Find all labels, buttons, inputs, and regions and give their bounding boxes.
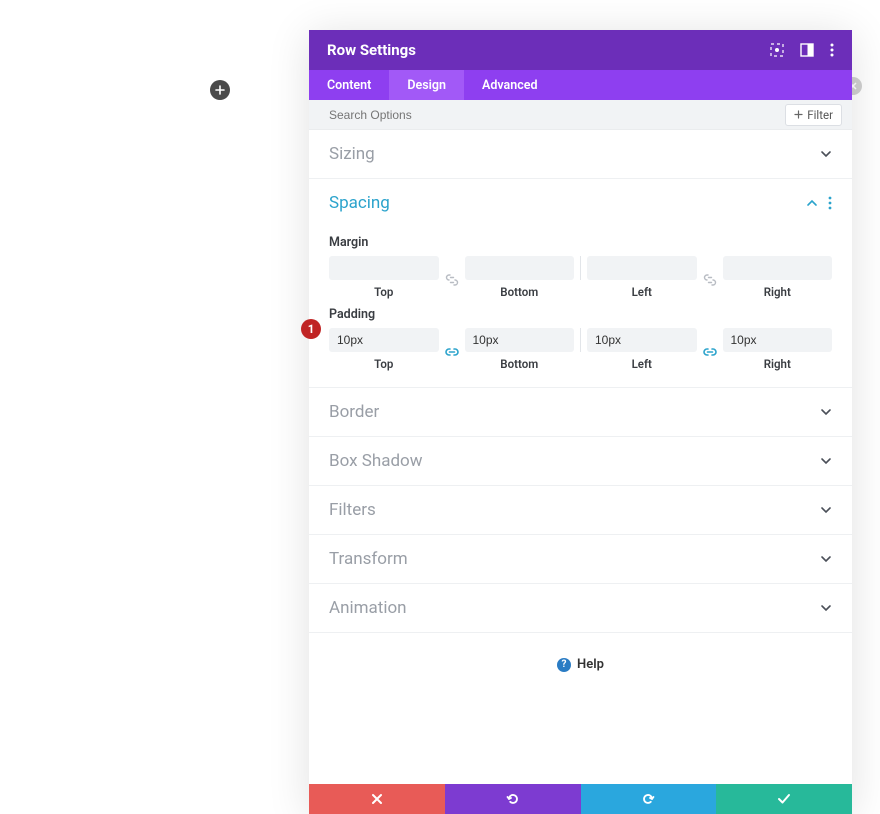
section-title-spacing: Spacing xyxy=(329,193,390,213)
section-header-box-shadow[interactable]: Box Shadow xyxy=(309,437,852,485)
divider xyxy=(580,328,581,352)
chevron-down-icon xyxy=(820,555,832,563)
section-header-border[interactable]: Border xyxy=(309,388,852,436)
link-icon[interactable] xyxy=(703,341,717,359)
redo-button[interactable] xyxy=(581,784,717,814)
margin-right-sublabel: Right xyxy=(764,285,791,299)
margin-row: Top Bottom Left xyxy=(329,256,832,299)
undo-button[interactable] xyxy=(445,784,581,814)
section-sizing: Sizing xyxy=(309,130,852,179)
section-title-transform: Transform xyxy=(329,549,408,569)
section-title-sizing: Sizing xyxy=(329,144,375,164)
chevron-down-icon xyxy=(820,457,832,465)
chevron-up-icon xyxy=(806,199,818,207)
step-badge-1: 1 xyxy=(301,319,321,339)
padding-top-input[interactable] xyxy=(329,328,439,352)
snap-icon[interactable] xyxy=(800,43,814,57)
section-more-icon[interactable] xyxy=(828,196,832,210)
margin-top-input[interactable] xyxy=(329,256,439,280)
help-icon: ? xyxy=(557,658,571,672)
spacing-body: Margin Top Bottom xyxy=(309,235,852,387)
section-header-animation[interactable]: Animation xyxy=(309,584,852,632)
chevron-down-icon xyxy=(820,408,832,416)
help-row[interactable]: ? Help xyxy=(309,633,852,696)
discard-button[interactable] xyxy=(309,784,445,814)
section-header-transform[interactable]: Transform xyxy=(309,535,852,583)
margin-bottom-input[interactable] xyxy=(465,256,575,280)
section-box-shadow: Box Shadow xyxy=(309,437,852,486)
save-button[interactable] xyxy=(716,784,852,814)
margin-right-input[interactable] xyxy=(723,256,833,280)
tab-design[interactable]: Design xyxy=(389,70,464,100)
section-border: Border xyxy=(309,388,852,437)
chevron-down-icon xyxy=(820,150,832,158)
section-header-filters[interactable]: Filters xyxy=(309,486,852,534)
unlink-icon[interactable] xyxy=(703,269,717,287)
section-title-border: Border xyxy=(329,402,379,422)
margin-top-sublabel: Top xyxy=(374,285,393,299)
help-label: Help xyxy=(577,657,604,672)
padding-top-sublabel: Top xyxy=(374,357,393,371)
spacer xyxy=(309,696,852,784)
header-icons xyxy=(770,43,834,57)
row-settings-panel: Row Settings Content Design Advanced Fil… xyxy=(309,30,852,814)
padding-right-input[interactable] xyxy=(723,328,833,352)
padding-right-sublabel: Right xyxy=(764,357,791,371)
unlink-icon[interactable] xyxy=(445,269,459,287)
search-input[interactable] xyxy=(329,108,785,122)
padding-left-sublabel: Left xyxy=(632,357,652,371)
divider xyxy=(580,256,581,280)
section-title-animation: Animation xyxy=(329,598,407,618)
padding-bottom-input[interactable] xyxy=(465,328,575,352)
section-header-sizing[interactable]: Sizing xyxy=(309,130,852,178)
fullscreen-icon[interactable] xyxy=(770,43,784,57)
add-row-button[interactable] xyxy=(210,80,230,100)
section-header-spacing[interactable]: Spacing xyxy=(309,179,852,227)
chevron-down-icon xyxy=(820,506,832,514)
margin-label: Margin xyxy=(329,235,832,250)
filter-label: Filter xyxy=(807,108,833,122)
more-icon[interactable] xyxy=(830,43,834,57)
margin-bottom-sublabel: Bottom xyxy=(500,285,538,299)
tabs-bar: Content Design Advanced xyxy=(309,70,852,100)
chevron-down-icon xyxy=(820,604,832,612)
tab-content[interactable]: Content xyxy=(309,70,389,100)
search-row: Filter xyxy=(309,100,852,130)
padding-row: Top Bottom Left xyxy=(329,328,832,371)
filter-button[interactable]: Filter xyxy=(785,104,842,126)
padding-left-input[interactable] xyxy=(587,328,697,352)
footer-bar xyxy=(309,784,852,814)
section-title-box-shadow: Box Shadow xyxy=(329,451,423,471)
section-transform: Transform xyxy=(309,535,852,584)
margin-left-sublabel: Left xyxy=(632,285,652,299)
tab-advanced[interactable]: Advanced xyxy=(464,70,556,100)
panel-header: Row Settings xyxy=(309,30,852,70)
section-title-filters: Filters xyxy=(329,500,376,520)
link-icon[interactable] xyxy=(445,341,459,359)
padding-label: Padding xyxy=(329,307,832,322)
section-spacing: Spacing Margin Top xyxy=(309,179,852,388)
padding-bottom-sublabel: Bottom xyxy=(500,357,538,371)
section-filters: Filters xyxy=(309,486,852,535)
margin-left-input[interactable] xyxy=(587,256,697,280)
section-animation: Animation xyxy=(309,584,852,633)
panel-title: Row Settings xyxy=(327,41,416,59)
